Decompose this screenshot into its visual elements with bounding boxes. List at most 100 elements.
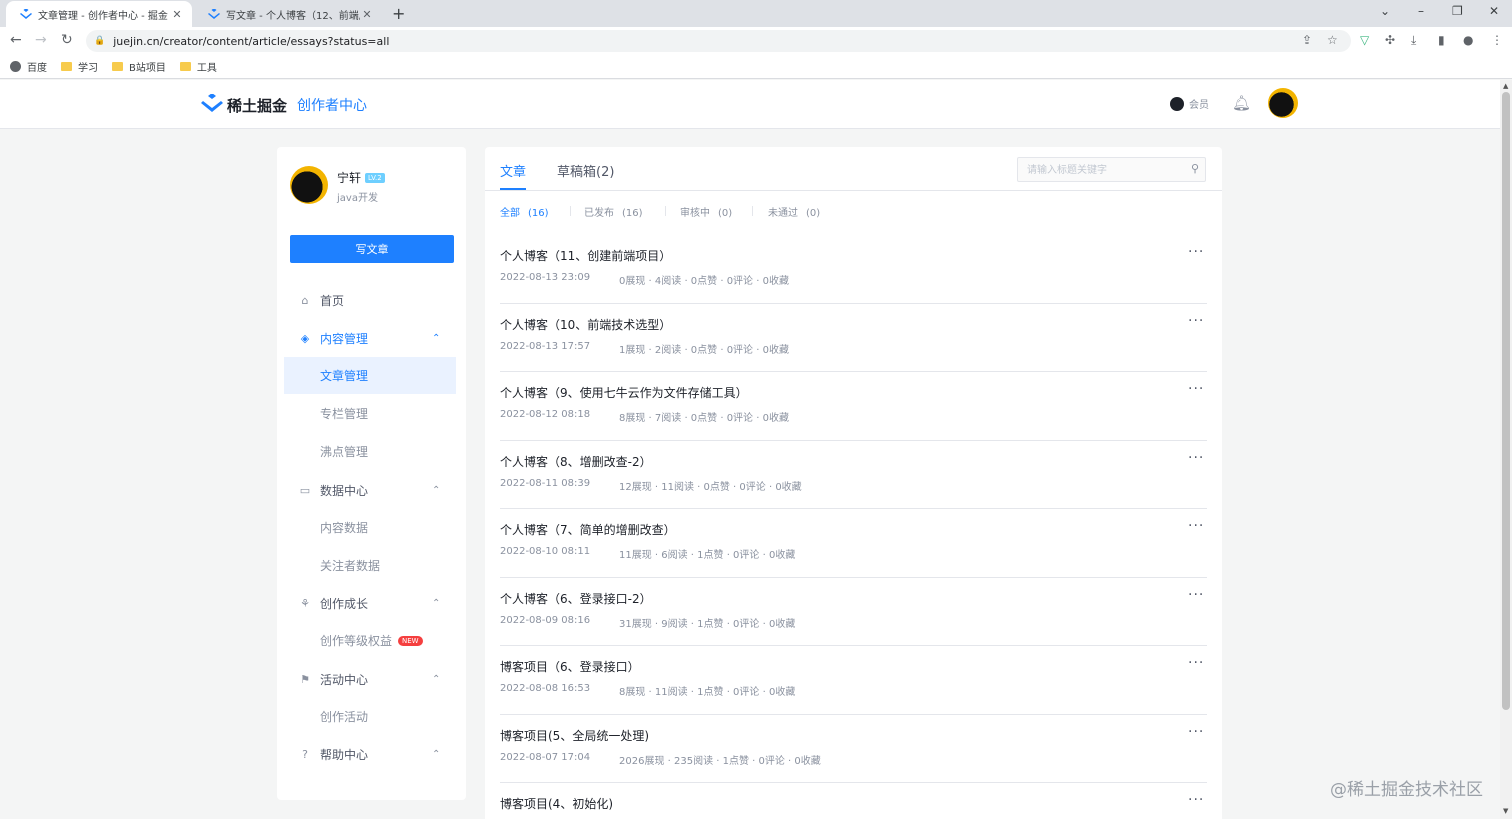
bookmark-folder-bilibili[interactable]: B站项目 — [112, 59, 166, 74]
more-options-icon[interactable]: ··· — [1188, 244, 1204, 260]
scroll-down-icon[interactable]: ▼ — [1503, 807, 1508, 815]
watermark: @稀土掘金技术社区 — [1330, 780, 1483, 800]
more-options-icon[interactable]: ··· — [1188, 381, 1204, 397]
filter-all[interactable]: 全部 (16) — [500, 204, 549, 219]
extensions-icon[interactable]: ✣ — [1385, 33, 1395, 47]
write-article-button[interactable]: 写文章 — [290, 235, 454, 263]
tab-close-icon[interactable]: ✕ — [170, 8, 184, 21]
forward-button[interactable]: → — [35, 32, 47, 48]
minimize-button[interactable]: – — [1418, 4, 1424, 18]
tab-articles[interactable]: 文章 — [500, 161, 526, 180]
download-icon[interactable]: ⤓ — [1411, 33, 1416, 48]
sidebar-item-home[interactable]: ⌂ 首页 — [277, 282, 466, 318]
notification-bell-icon[interactable]: 🔔︎ — [1232, 94, 1251, 112]
article-date: 2022-08-12 08:18 — [500, 409, 591, 420]
article-date: 2022-08-07 17:04 — [500, 751, 591, 763]
article-search: ⚲ — [1017, 157, 1206, 182]
sidebar-item-article-management[interactable]: 文章管理 — [284, 357, 456, 394]
layers-icon: ◈ — [300, 331, 310, 345]
browser-tab[interactable]: 写文章 - 个人博客（12、前端后 ✕ — [194, 1, 382, 27]
more-options-icon[interactable]: ··· — [1188, 655, 1204, 671]
filter-rejected[interactable]: 未通过 (0) — [768, 204, 820, 219]
article-title[interactable]: 个人博客（9、使用七牛云作为文件存储工具） — [500, 384, 748, 401]
user-name-row: 宁轩 LV.2 — [337, 169, 385, 186]
bookmark-star-icon[interactable]: ☆ — [1327, 33, 1338, 47]
filter-count: (16) — [528, 208, 549, 219]
sidebar-item-help-center[interactable]: ? 帮助中心 ⌃ — [277, 736, 466, 772]
restore-button[interactable]: ❐ — [1452, 4, 1463, 18]
search-input[interactable] — [1018, 159, 1178, 182]
more-options-icon[interactable]: ··· — [1188, 587, 1204, 603]
sidebar-item-content-management[interactable]: ◈ 内容管理 ⌃ — [277, 320, 466, 356]
url-bar[interactable]: 🔒 juejin.cn/creator/content/article/essa… — [86, 30, 1351, 52]
profile-icon[interactable]: ● — [1463, 33, 1473, 47]
article-meta: 2022-08-11 08:39 12展现 · 11阅读 · 0点赞 · 0评论 … — [500, 478, 802, 493]
sidebar-item-activity-center[interactable]: ⚑ 活动中心 ⌃ — [277, 661, 466, 697]
article-stats: 2026展现 · 235阅读 · 1点赞 · 0评论 · 0收藏 — [619, 755, 821, 767]
article-row: 个人博客（10、前端技术选型） 2022-08-13 17:57 1展现 · 2阅… — [500, 304, 1207, 372]
home-icon: ⌂ — [301, 293, 309, 307]
filter-count: (16) — [622, 208, 643, 219]
more-options-icon[interactable]: ··· — [1188, 450, 1204, 466]
article-stats: 8展现 · 7阅读 · 0点赞 · 0评论 · 0收藏 — [619, 413, 789, 424]
sidebar-item-data-center[interactable]: ▭ 数据中心 ⌃ — [277, 472, 466, 508]
share-icon[interactable]: ⇪ — [1302, 33, 1312, 47]
browser-tab-active[interactable]: 文章管理 - 创作者中心 - 掘金 ✕ — [6, 1, 192, 27]
article-title[interactable]: 博客项目（6、登录接口） — [500, 658, 640, 675]
menu-icon[interactable]: ⋮ — [1491, 33, 1503, 47]
bookmark-label: B站项目 — [129, 62, 166, 74]
more-options-icon[interactable]: ··· — [1188, 724, 1204, 740]
filter-divider — [570, 206, 571, 216]
scrollbar-thumb[interactable] — [1502, 92, 1510, 710]
vue-devtools-icon[interactable]: ▽ — [1360, 33, 1369, 47]
filter-reviewing[interactable]: 审核中 (0) — [680, 204, 732, 219]
filter-published[interactable]: 已发布 (16) — [584, 204, 643, 219]
page-scrollbar[interactable]: ▲ ▼ — [1500, 80, 1512, 819]
article-title[interactable]: 博客项目(4、初始化) — [500, 795, 613, 812]
sidebar-item-creator-level[interactable]: 创作等级权益 NEW — [284, 622, 456, 659]
sidebar-item-label: 创作成长 — [320, 596, 369, 611]
side-panel-icon[interactable]: ▮ — [1438, 33, 1445, 47]
article-title[interactable]: 个人博客（11、创建前端项目） — [500, 247, 671, 264]
article-title[interactable]: 博客项目(5、全局统一处理) — [500, 727, 649, 744]
vip-link[interactable]: 会员 — [1170, 96, 1209, 111]
new-tab-button[interactable]: + — [392, 4, 405, 23]
article-date: 2022-08-09 08:16 — [500, 614, 591, 626]
search-icon[interactable]: ⚲ — [1191, 162, 1199, 175]
more-options-icon[interactable]: ··· — [1188, 313, 1204, 329]
bookmark-folder-study[interactable]: 学习 — [61, 59, 98, 74]
juejin-logo[interactable]: 稀土掘金 创作者中心 — [201, 93, 367, 116]
flag-icon: ⚑ — [300, 672, 310, 686]
article-meta: 2022-08-09 08:16 31展现 · 9阅读 · 1点赞 · 0评论 ·… — [500, 615, 795, 630]
more-options-icon[interactable]: ··· — [1188, 792, 1204, 808]
sidebar-item-pins-management[interactable]: 沸点管理 — [284, 433, 456, 470]
article-title[interactable]: 个人博客（6、登录接口-2） — [500, 590, 652, 607]
vip-label: 会员 — [1189, 100, 1209, 111]
bookmark-label: 百度 — [27, 62, 47, 74]
more-options-icon[interactable]: ··· — [1188, 518, 1204, 534]
profile-avatar[interactable] — [290, 166, 328, 204]
sidebar-item-follower-data[interactable]: 关注者数据 — [284, 547, 456, 584]
article-row: 博客项目（6、登录接口） 2022-08-08 16:53 8展现 · 11阅读 … — [500, 646, 1207, 715]
sidebar-item-column-management[interactable]: 专栏管理 — [284, 395, 456, 432]
sidebar-item-content-data[interactable]: 内容数据 — [284, 509, 456, 546]
article-date: 2022-08-10 08:11 — [500, 546, 591, 557]
article-title[interactable]: 个人博客（10、前端技术选型） — [500, 316, 671, 333]
chevron-up-icon: ⌃ — [432, 673, 441, 685]
scroll-up-icon[interactable]: ▲ — [1503, 82, 1508, 90]
creator-center-link[interactable]: 创作者中心 — [297, 95, 367, 115]
tab-drafts[interactable]: 草稿箱(2) — [557, 161, 614, 180]
tab-search-icon[interactable]: ⌄ — [1380, 4, 1390, 18]
content-tabs: 文章 草稿箱(2) ⚲ — [485, 147, 1222, 191]
article-title[interactable]: 个人博客（7、简单的增删改查） — [500, 521, 676, 538]
back-button[interactable]: ← — [10, 32, 22, 48]
window-close-button[interactable]: ✕ — [1489, 4, 1499, 18]
tab-close-icon[interactable]: ✕ — [360, 8, 374, 21]
article-title[interactable]: 个人博客（8、增删改查-2） — [500, 453, 652, 470]
reload-button[interactable]: ↻ — [61, 32, 73, 48]
bookmark-folder-tools[interactable]: 工具 — [179, 59, 217, 74]
user-avatar[interactable] — [1268, 88, 1298, 118]
sidebar-item-creator-activity[interactable]: 创作活动 — [284, 698, 456, 735]
bookmark-baidu[interactable]: 百度 — [10, 59, 47, 74]
sidebar-item-growth[interactable]: ⚘ 创作成长 ⌃ — [277, 585, 466, 621]
